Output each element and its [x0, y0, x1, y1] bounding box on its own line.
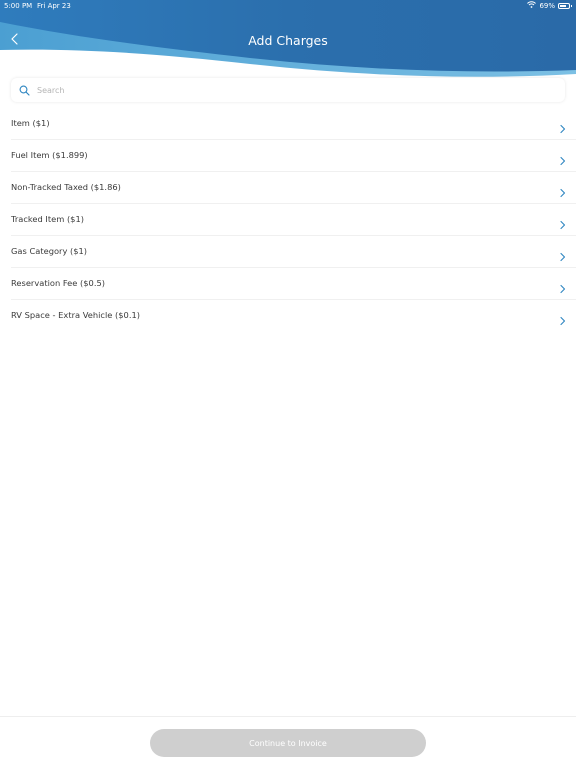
charge-list: Item ($1) Fuel Item ($1.899) Non-Tracked…	[0, 108, 576, 332]
chevron-right-icon	[559, 279, 566, 294]
chevron-right-icon	[559, 119, 566, 134]
charge-item-label: Tracked Item ($1)	[11, 214, 84, 224]
charge-item[interactable]: Non-Tracked Taxed ($1.86)	[0, 172, 576, 204]
charge-item[interactable]: RV Space - Extra Vehicle ($0.1)	[0, 300, 576, 332]
charge-item[interactable]: Gas Category ($1)	[0, 236, 576, 268]
search-input[interactable]	[35, 84, 539, 96]
charge-item-label: Reservation Fee ($0.5)	[11, 278, 105, 288]
chevron-right-icon	[559, 247, 566, 262]
search-bar[interactable]	[11, 78, 565, 102]
status-bar: 5:00 PM Fri Apr 23 69%	[0, 0, 576, 12]
status-time: 5:00 PM	[4, 2, 33, 10]
footer-bar: Continue to Invoice	[0, 716, 576, 768]
continue-to-invoice-button[interactable]: Continue to Invoice	[150, 729, 426, 757]
add-charges-screen: 5:00 PM Fri Apr 23 69% Add Charges Searc…	[0, 0, 576, 768]
page-title: Add Charges	[248, 33, 328, 48]
status-date: Fri Apr 23	[37, 2, 71, 10]
charge-item-label: Item ($1)	[11, 118, 50, 128]
charge-item-label: Fuel Item ($1.899)	[11, 150, 88, 160]
charge-item[interactable]: Item ($1)	[0, 108, 576, 140]
battery-percent: 69%	[539, 2, 555, 10]
chevron-right-icon	[559, 311, 566, 326]
battery-icon	[558, 3, 572, 9]
charge-item[interactable]: Fuel Item ($1.899)	[0, 140, 576, 172]
charge-item-label: RV Space - Extra Vehicle ($0.1)	[11, 310, 140, 320]
charge-item[interactable]: Reservation Fee ($0.5)	[0, 268, 576, 300]
status-indicators: 69%	[527, 0, 572, 12]
charge-item-label: Gas Category ($1)	[11, 246, 88, 256]
chevron-right-icon	[559, 151, 566, 166]
chevron-right-icon	[559, 215, 566, 230]
battery-level	[560, 5, 566, 7]
charge-item-label: Non-Tracked Taxed ($1.86)	[11, 182, 121, 192]
wifi-icon	[527, 0, 537, 12]
chevron-right-icon	[559, 183, 566, 198]
search-icon	[19, 84, 31, 96]
charge-item[interactable]: Tracked Item ($1)	[0, 204, 576, 236]
